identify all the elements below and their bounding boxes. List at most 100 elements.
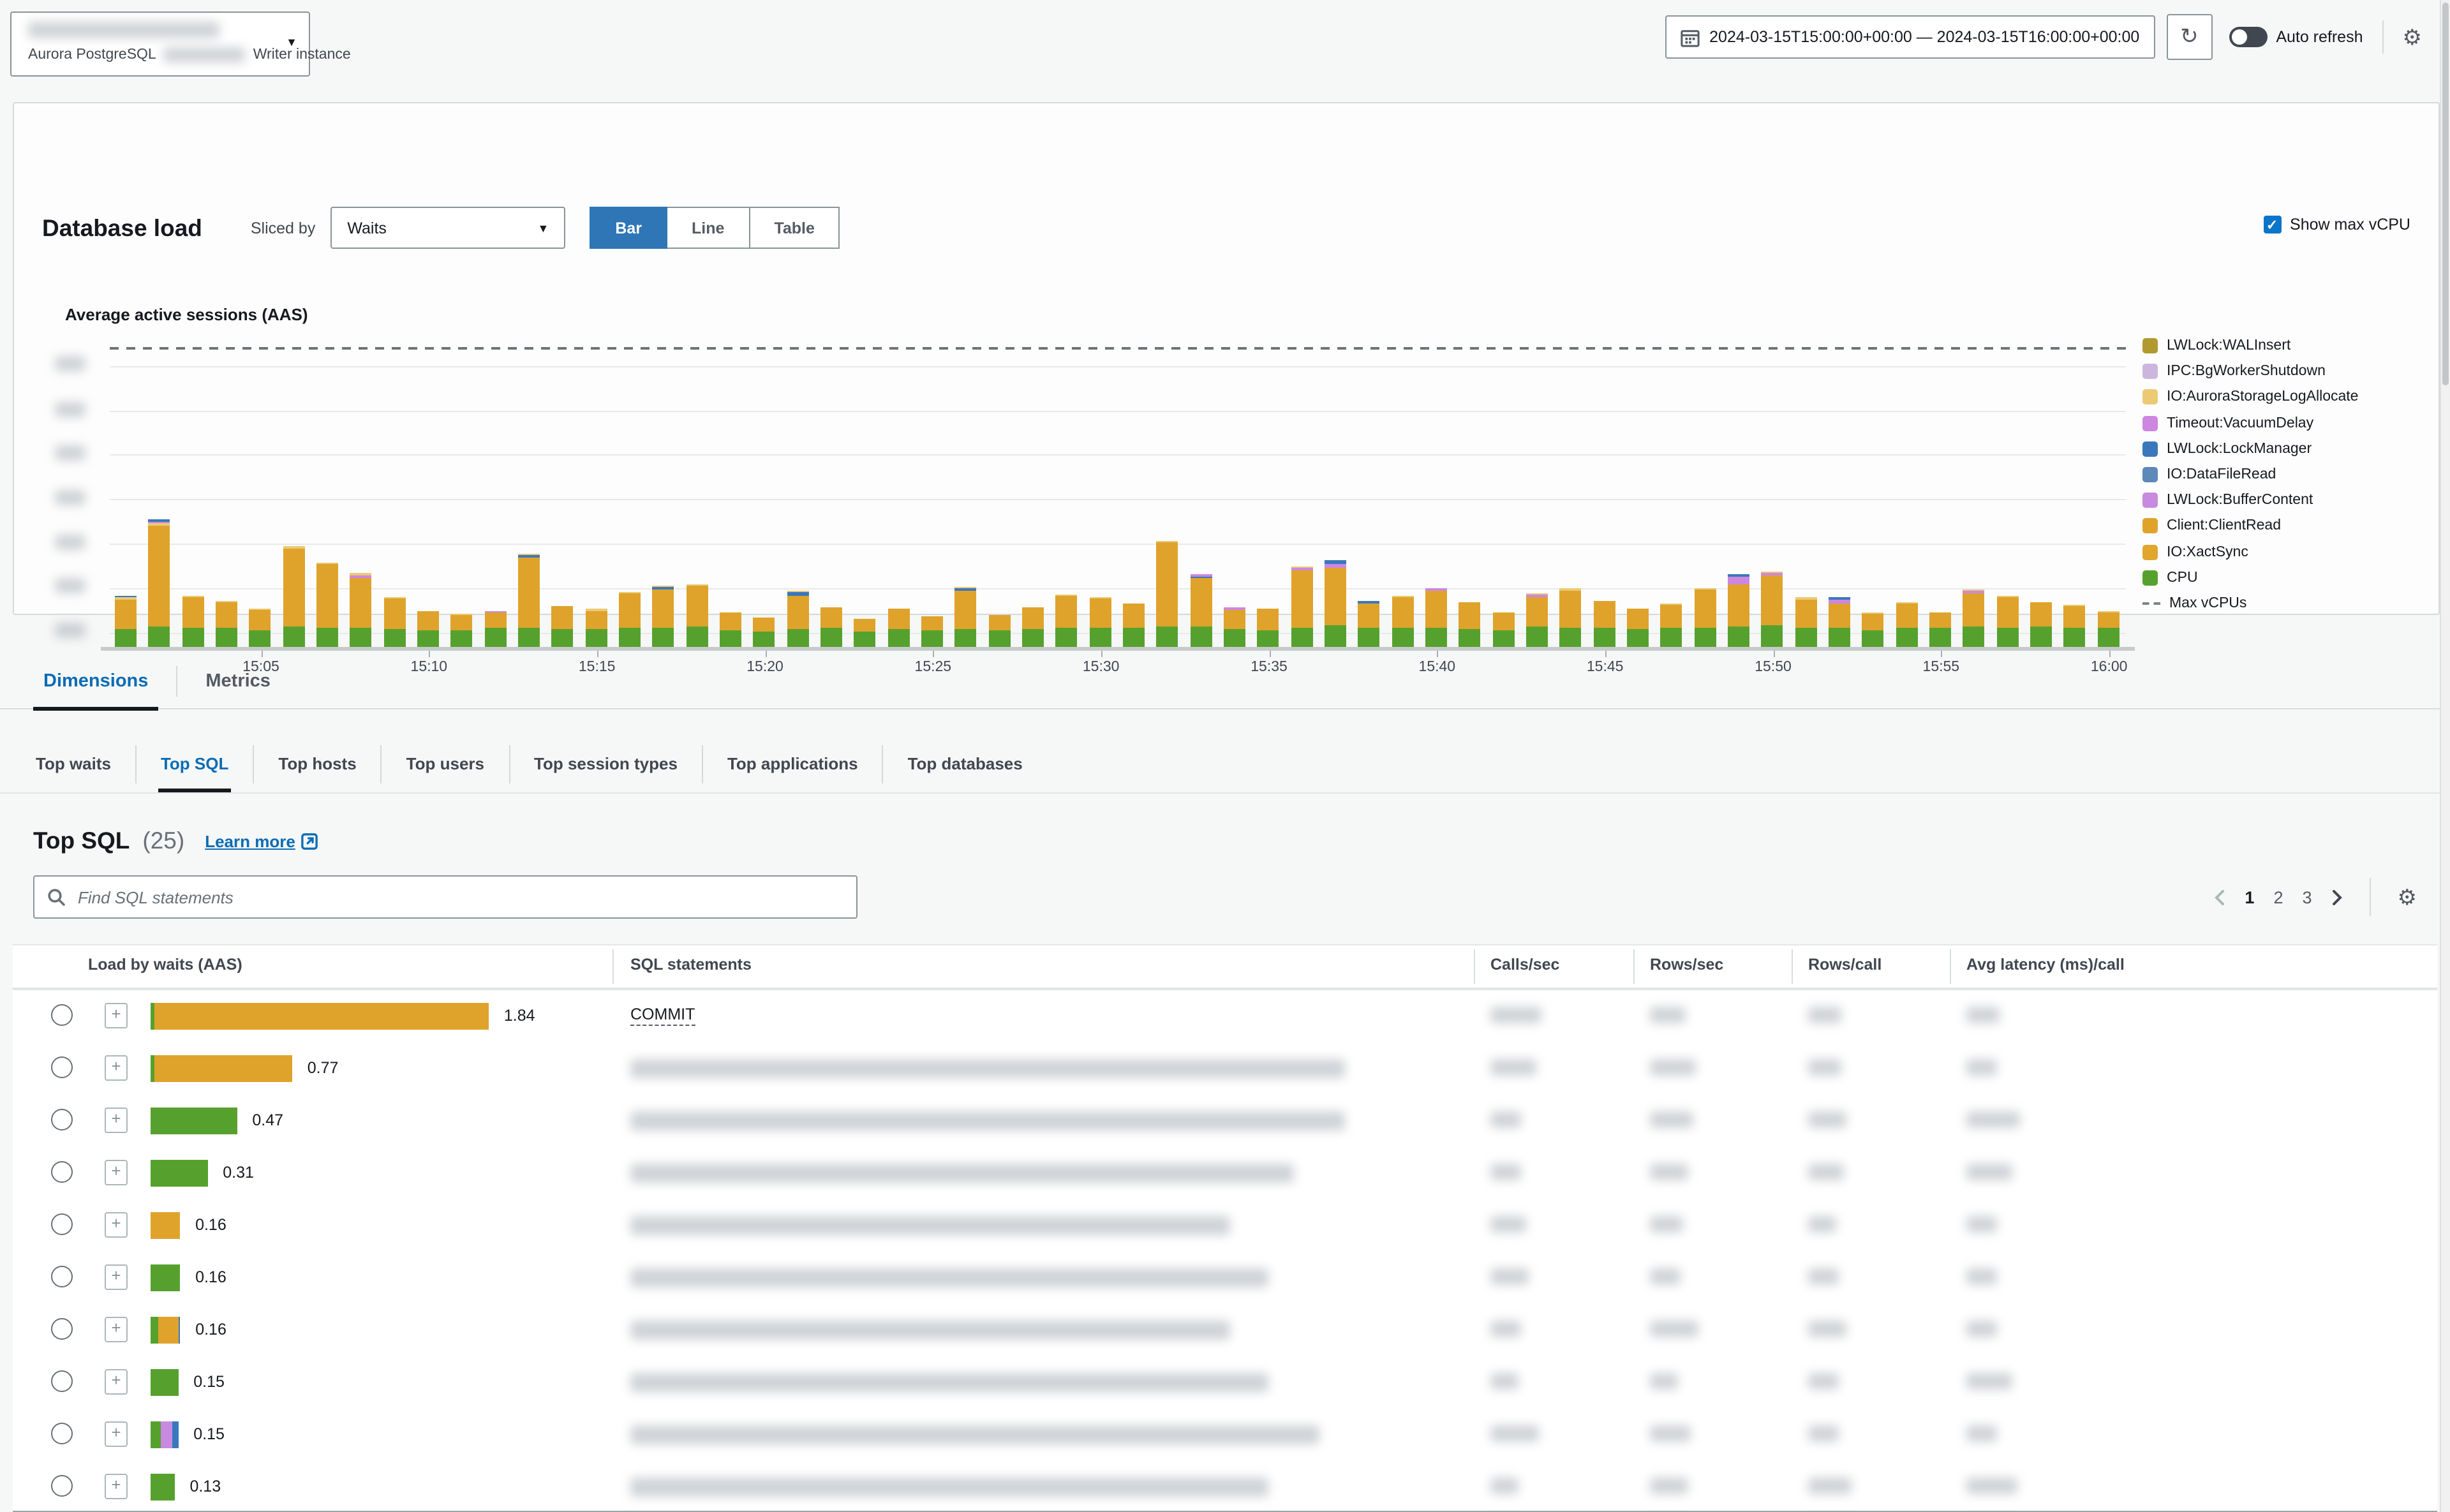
page-scrollbar[interactable]	[2440, 0, 2450, 1512]
page-1[interactable]: 1	[2245, 887, 2254, 907]
database-load-title: Database load	[42, 214, 202, 241]
sql-statement[interactable]: COMMIT	[630, 1005, 695, 1026]
expand-row-icon[interactable]: +	[105, 1474, 128, 1499]
column-header[interactable]: Rows/call	[1808, 956, 1882, 974]
row-radio-button[interactable]	[51, 1109, 73, 1130]
chart-bar	[1694, 588, 1716, 647]
row-radio-button[interactable]	[51, 1056, 73, 1078]
view-line-button[interactable]: Line	[666, 207, 750, 249]
tab-dimensions[interactable]: Dimensions	[33, 653, 159, 711]
time-range-picker[interactable]: 2024-03-15T15:00:00+00:00 — 2024-03-15T1…	[1665, 15, 2155, 59]
row-radio-button[interactable]	[51, 1266, 73, 1287]
legend-item[interactable]: IO:AuroraStorageLogAllocate	[2142, 385, 2358, 410]
instance-selector[interactable]: Aurora PostgreSQL Writer instance ▼	[10, 11, 351, 77]
checkbox-checked-icon[interactable]: ✓	[2263, 216, 2282, 233]
expand-row-icon[interactable]: +	[105, 1160, 128, 1185]
subtab-top-applications[interactable]: Top applications	[725, 735, 861, 792]
row-radio-button[interactable]	[51, 1004, 73, 1026]
row-radio-button[interactable]	[51, 1423, 73, 1444]
refresh-button[interactable]: ↻	[2166, 14, 2213, 60]
sql-statement	[630, 1267, 1268, 1287]
instance-id-redacted	[163, 47, 246, 63]
legend-swatch-icon	[2142, 518, 2158, 534]
metric-value-redacted	[1808, 1478, 1852, 1494]
legend-item[interactable]: Timeout:VacuumDelay	[2142, 410, 2358, 436]
expand-row-icon[interactable]: +	[105, 1055, 128, 1081]
auto-refresh-toggle[interactable]	[2229, 27, 2268, 47]
metric-value-redacted	[1650, 1478, 1688, 1494]
column-header[interactable]: Load by waits (AAS)	[88, 956, 242, 974]
load-value: 0.16	[195, 1268, 226, 1286]
learn-more-link[interactable]: Learn more	[205, 831, 318, 850]
chart-bar	[2063, 605, 2086, 647]
metric-value-redacted	[1490, 1321, 1521, 1337]
sql-statement	[630, 1424, 1319, 1444]
chart-bar	[1963, 589, 1985, 647]
legend-label: IO:AuroraStorageLogAllocate	[2167, 389, 2359, 405]
chart-bar	[1425, 588, 1447, 647]
subtab-top-hosts[interactable]: Top hosts	[276, 735, 359, 792]
legend-swatch-icon	[2142, 493, 2158, 508]
metric-value-redacted	[1808, 1321, 1846, 1337]
legend-item[interactable]: IO:XactSync	[2142, 539, 2358, 565]
view-table-button[interactable]: Table	[748, 207, 840, 249]
chart-bar	[1190, 574, 1212, 647]
column-header[interactable]: Avg latency (ms)/call	[1966, 956, 2125, 974]
legend-item[interactable]: Client:ClientRead	[2142, 514, 2358, 539]
tab-metrics[interactable]: Metrics	[195, 653, 281, 708]
legend-item[interactable]: IO:DataFileRead	[2142, 462, 2358, 487]
column-header[interactable]: Calls/sec	[1490, 956, 1559, 974]
subtab-top-users[interactable]: Top users	[404, 735, 487, 792]
expand-row-icon[interactable]: +	[105, 1421, 128, 1447]
legend-item[interactable]: LWLock:WALInsert	[2142, 333, 2358, 359]
chart-bar	[450, 614, 473, 647]
subtab-top-databases[interactable]: Top databases	[905, 735, 1025, 792]
metric-value-redacted	[1808, 1268, 1839, 1285]
chart-view-toggle: Bar Line Table	[590, 207, 840, 249]
table-settings-gear-icon[interactable]: ⚙	[2398, 886, 2417, 908]
expand-row-icon[interactable]: +	[105, 1003, 128, 1028]
page-2[interactable]: 2	[2273, 887, 2283, 907]
sql-statement	[630, 1319, 1230, 1340]
expand-row-icon[interactable]: +	[105, 1212, 128, 1238]
settings-gear-icon[interactable]: ⚙	[2403, 26, 2423, 48]
sql-statement-link[interactable]: COMMIT	[630, 1005, 695, 1026]
metric-value-redacted	[1808, 1425, 1839, 1442]
next-page-icon[interactable]	[2331, 889, 2343, 905]
chart-bar	[1829, 597, 1850, 647]
legend-item[interactable]: LWLock:BufferContent	[2142, 487, 2358, 513]
expand-row-icon[interactable]: +	[105, 1108, 128, 1133]
legend-item[interactable]: Max vCPUs	[2142, 591, 2358, 616]
table-row: +1.84 COMMIT	[13, 990, 2437, 1044]
show-max-vcpu-control[interactable]: ✓ Show max vCPU	[2263, 216, 2410, 233]
subtab-top-waits[interactable]: Top waits	[33, 735, 114, 792]
prev-page-icon[interactable]	[2214, 889, 2225, 905]
sql-search-box[interactable]	[33, 875, 858, 919]
chart-bar	[652, 586, 674, 647]
column-header[interactable]: Rows/sec	[1650, 956, 1723, 974]
expand-row-icon[interactable]: +	[105, 1264, 128, 1290]
expand-row-icon[interactable]: +	[105, 1369, 128, 1395]
view-bar-button[interactable]: Bar	[590, 207, 668, 249]
row-radio-button[interactable]	[51, 1161, 73, 1183]
legend-item[interactable]: LWLock:LockManager	[2142, 436, 2358, 462]
page-3[interactable]: 3	[2302, 887, 2312, 907]
row-radio-button[interactable]	[51, 1475, 73, 1497]
row-radio-button[interactable]	[51, 1213, 73, 1235]
table-row: +0.15	[13, 1356, 2437, 1410]
subtab-top-session-types[interactable]: Top session types	[531, 735, 680, 792]
expand-row-icon[interactable]: +	[105, 1317, 128, 1342]
metric-value-redacted	[1490, 1373, 1518, 1390]
column-header[interactable]: SQL statements	[630, 956, 752, 974]
legend-item[interactable]: IPC:BgWorkerShutdown	[2142, 359, 2358, 384]
time-range-value: 2024-03-15T15:00:00+00:00 — 2024-03-15T1…	[1709, 28, 2140, 46]
legend-item[interactable]: CPU	[2142, 565, 2358, 590]
search-input[interactable]	[75, 886, 843, 908]
row-radio-button[interactable]	[51, 1318, 73, 1340]
chevron-down-icon: ▼	[537, 221, 549, 234]
row-radio-button[interactable]	[51, 1370, 73, 1392]
metric-value-redacted	[1650, 1164, 1688, 1180]
metric-value-redacted	[1650, 1059, 1696, 1076]
sliced-by-select[interactable]: Waits ▼	[330, 207, 566, 249]
subtab-top-sql[interactable]: Top SQL	[158, 735, 232, 792]
